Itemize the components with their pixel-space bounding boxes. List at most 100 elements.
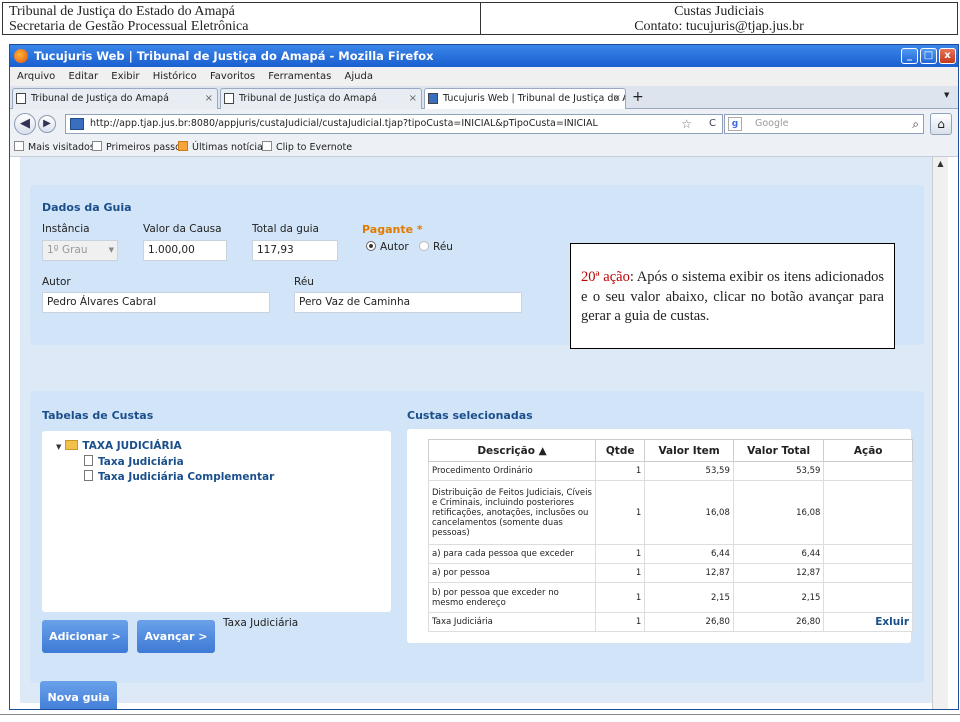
menu-editar[interactable]: Editar	[68, 67, 98, 86]
site-favicon-icon	[70, 118, 84, 130]
bookmark-clip-evernote[interactable]: Clip to Evernote	[262, 139, 352, 157]
browser-window: Tucujuris Web | Tribunal de Justiça do A…	[9, 44, 959, 710]
avancar-button[interactable]: Avançar >	[137, 620, 215, 653]
col-descricao[interactable]: Descrição ▲	[427, 439, 597, 462]
tree-item-taxa-complementar[interactable]: Taxa Judiciária Complementar	[84, 470, 274, 483]
bookmark-label: Primeiros passos	[106, 142, 186, 153]
menu-favoritos[interactable]: Favoritos	[210, 67, 255, 86]
browser-tab-1[interactable]: Tribunal de Justiça do Amapá ×	[12, 88, 218, 109]
firefox-icon	[14, 49, 28, 63]
home-button[interactable]: ⌂	[930, 113, 952, 135]
document-header-left: Tribunal de Justiça do Estado do Amapá S…	[3, 3, 481, 34]
cell-descricao: b) por pessoa que exceder no mesmo ender…	[427, 582, 597, 613]
url-bar[interactable]: http://app.tjap.jus.br:8080/appjuris/cus…	[65, 114, 723, 134]
table-row: a) por pessoa 1 12,87 12,87	[427, 563, 913, 583]
new-tab-button[interactable]: +	[632, 88, 644, 107]
close-window-button[interactable]: x	[939, 48, 956, 64]
adicionar-button[interactable]: Adicionar >	[42, 620, 128, 653]
bookmark-ultimas-noticias[interactable]: Últimas notícias	[178, 139, 268, 157]
contact-email: Contato: tucujuris@tjap.jus.br	[634, 19, 804, 34]
bookmark-primeiros-passos[interactable]: Primeiros passos	[92, 139, 186, 157]
cell-valor-total: 26,80	[732, 612, 825, 632]
search-go-icon[interactable]: ⌕	[912, 115, 919, 133]
tree-item-taxa[interactable]: Taxa Judiciária	[84, 455, 184, 468]
document-header-right: Custas Judiciais Contato: tucujuris@tjap…	[481, 3, 957, 34]
tree-root-label: TAXA JUDICIÁRIA	[82, 440, 182, 452]
autor-input[interactable]: Pedro Álvares Cabral	[42, 292, 270, 313]
forward-button[interactable]: ▶	[38, 115, 56, 133]
menu-ferramentas[interactable]: Ferramentas	[268, 67, 331, 86]
bookmark-star-icon[interactable]: ☆	[681, 115, 692, 133]
scroll-up-icon[interactable]: ▲	[935, 159, 946, 169]
secretariat-name: Secretaria de Gestão Processual Eletrôni…	[9, 19, 249, 34]
radio-checked-icon[interactable]	[366, 241, 376, 251]
pagante-label: Pagante *	[362, 223, 423, 236]
url-text: http://app.tjap.jus.br:8080/appjuris/cus…	[90, 118, 598, 129]
table-row: Distribuição de Feitos Judiciais, Cíveis…	[427, 480, 913, 545]
cell-valor-total: 16,08	[732, 480, 825, 545]
cell-valor-item: 6,44	[644, 544, 734, 564]
minimize-button[interactable]: _	[901, 48, 918, 64]
court-name: Tribunal de Justiça do Estado do Amapá	[9, 4, 235, 19]
tree-root[interactable]: ▼ TAXA JUDICIÁRIA	[56, 440, 182, 452]
menu-arquivo[interactable]: Arquivo	[17, 67, 55, 86]
autor-label: Autor	[42, 276, 71, 288]
radio-autor[interactable]: Autor	[366, 241, 409, 253]
cell-valor-total: 6,44	[732, 544, 825, 564]
browser-tab-3[interactable]: Tucujuris Web | Tribunal de Justiça do A…	[424, 88, 626, 109]
bookmark-folder-icon	[14, 141, 24, 151]
cell-acao	[823, 563, 913, 583]
radio-autor-label: Autor	[380, 241, 409, 253]
radio-unchecked-icon[interactable]	[419, 241, 429, 251]
col-qtde: Qtde	[595, 439, 646, 462]
required-marker: *	[416, 223, 423, 236]
page-icon	[16, 93, 26, 104]
menu-exibir[interactable]: Exibir	[111, 67, 139, 86]
folder-icon	[65, 440, 79, 450]
cell-valor-item: 16,08	[644, 480, 734, 545]
col-valor-item: Valor Item	[644, 439, 734, 462]
tab-close-icon[interactable]: ×	[613, 89, 621, 108]
nova-guia-button[interactable]: Nova guia	[40, 681, 117, 709]
total-guia-input[interactable]: 117,93	[252, 240, 338, 261]
vertical-scrollbar[interactable]: ▲	[932, 157, 948, 709]
cell-descricao: Distribuição de Feitos Judiciais, Cíveis…	[427, 480, 597, 545]
instancia-label: Instância	[42, 223, 90, 235]
reu-label: Réu	[294, 276, 314, 288]
reload-icon[interactable]: C	[709, 115, 716, 133]
maximize-button[interactable]: □	[920, 48, 937, 64]
cell-valor-total: 2,15	[732, 582, 825, 613]
reu-input[interactable]: Pero Vaz de Caminha	[294, 292, 522, 313]
radio-reu[interactable]: Réu	[419, 241, 453, 253]
back-button[interactable]: ◀	[14, 113, 36, 135]
search-placeholder: Google	[755, 118, 789, 129]
step-number: 20ª	[581, 269, 600, 285]
tree-expand-icon[interactable]: ▼	[56, 443, 61, 451]
menu-ajuda[interactable]: Ajuda	[345, 67, 373, 86]
tab-close-icon[interactable]: ×	[205, 89, 213, 108]
col-acao: Ação	[823, 439, 913, 462]
valor-causa-input[interactable]: 1.000,00	[143, 240, 227, 261]
rss-icon	[178, 141, 188, 151]
chevron-down-icon: ▼	[108, 246, 114, 254]
excluir-link[interactable]: Exluir	[875, 616, 909, 628]
bookmark-mais-visitados[interactable]: Mais visitados	[14, 139, 95, 157]
browser-tab-2[interactable]: Tribunal de Justiça do Amapá ×	[220, 88, 422, 109]
document-header: Tribunal de Justiça do Estado do Amapá S…	[2, 2, 958, 35]
table-header-row: Descrição ▲ Qtde Valor Item Valor Total …	[427, 439, 913, 462]
tab-close-icon[interactable]: ×	[409, 89, 417, 108]
table-row: Procedimento Ordinário 1 53,59 53,59	[427, 461, 913, 481]
instancia-select[interactable]: 1º Grau ▼	[42, 240, 118, 261]
col-valor-total: Valor Total	[732, 439, 825, 462]
radio-reu-label: Réu	[433, 241, 453, 253]
google-icon[interactable]: g	[728, 117, 742, 131]
tab-label: Tribunal de Justiça do Amapá	[239, 93, 377, 104]
menu-historico[interactable]: Histórico	[153, 67, 197, 86]
step-action-word: ação	[603, 269, 630, 285]
navigation-toolbar: ◀ ▶ http://app.tjap.jus.br:8080/appjuris…	[10, 109, 958, 139]
document-topic: Custas Judiciais	[674, 4, 764, 19]
selected-table-label: Taxa Judiciária	[223, 617, 299, 629]
total-guia-label: Total da guia	[252, 223, 319, 235]
tab-list-chevron-icon[interactable]: ▼	[944, 91, 949, 99]
search-input[interactable]: g Google ⌕	[724, 114, 924, 134]
